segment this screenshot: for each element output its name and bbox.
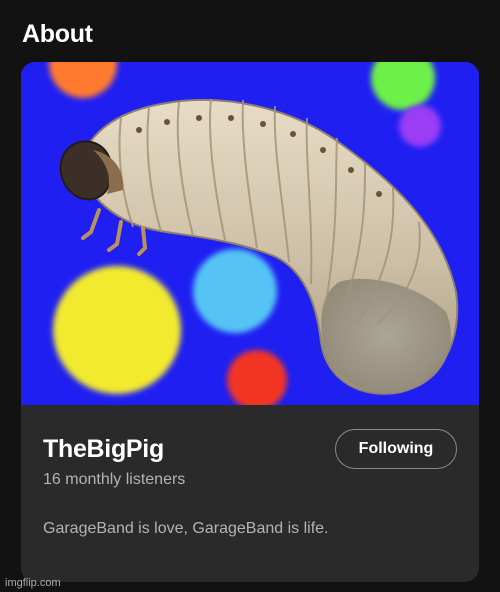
grub-illustration bbox=[21, 62, 479, 405]
yellow-dot bbox=[53, 266, 181, 394]
artist-about-page: About TheBigPig 16 monthly listeners Fol… bbox=[0, 0, 500, 592]
about-card[interactable]: TheBigPig 16 monthly listeners Following… bbox=[21, 62, 479, 582]
monthly-listeners: 16 monthly listeners bbox=[43, 471, 186, 488]
section-title: About bbox=[22, 20, 93, 48]
artist-image bbox=[21, 62, 479, 405]
artist-info: TheBigPig 16 monthly listeners Following… bbox=[21, 405, 479, 582]
light-blue-dot bbox=[193, 249, 277, 333]
following-button[interactable]: Following bbox=[335, 429, 457, 469]
purple-dot bbox=[399, 105, 441, 147]
artist-bio: GarageBand is love, GarageBand is life. bbox=[43, 520, 329, 537]
artist-name[interactable]: TheBigPig bbox=[43, 435, 164, 464]
imgflip-watermark: imgflip.com bbox=[5, 577, 61, 589]
